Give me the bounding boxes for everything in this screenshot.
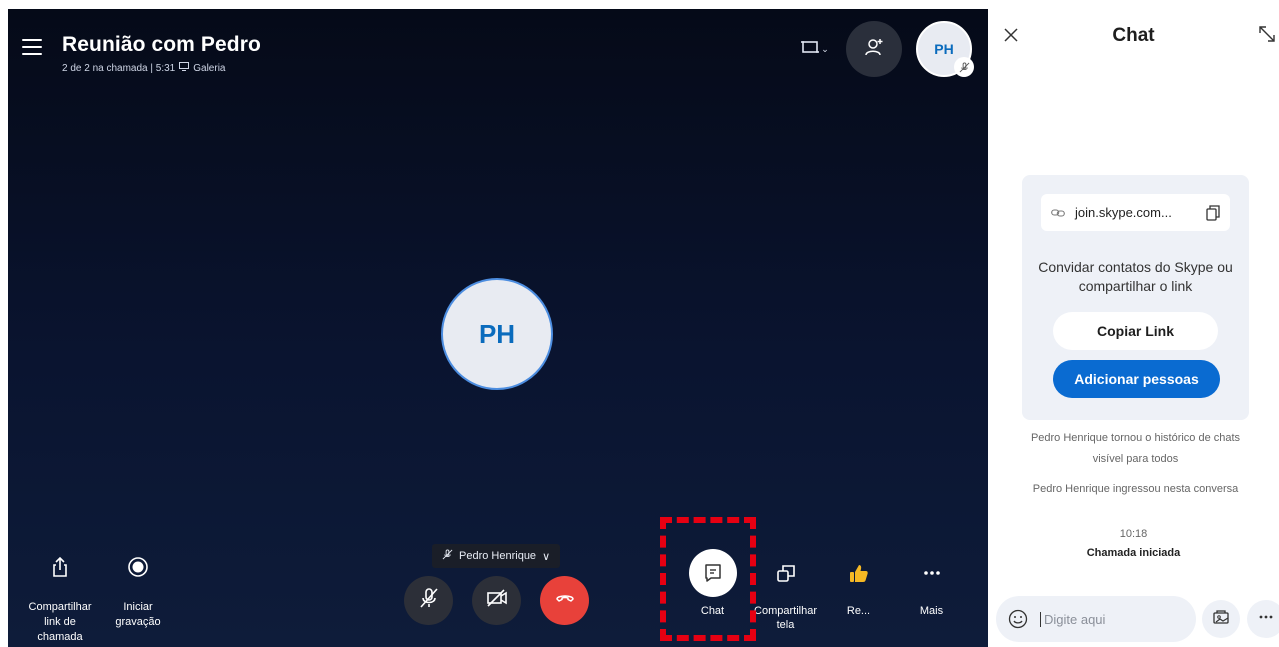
- add-people-button[interactable]: Adicionar pessoas: [1053, 360, 1220, 398]
- emoji-icon[interactable]: [1008, 609, 1028, 629]
- hangup-icon: [554, 587, 576, 614]
- share-call-link-button[interactable]: Compartilhar link de chamada: [24, 549, 96, 645]
- bottom-right-actions: Chat Compartilhar tela Re... Mais: [676, 549, 968, 632]
- video-off-icon: [486, 587, 508, 614]
- expand-icon[interactable]: [1257, 24, 1277, 44]
- copy-icon[interactable]: [1206, 204, 1220, 221]
- more-button[interactable]: Mais: [895, 549, 968, 632]
- reactions-button[interactable]: Re...: [822, 549, 895, 632]
- share-screen-button[interactable]: Compartilhar tela: [749, 549, 822, 632]
- chat-button[interactable]: Chat: [676, 549, 749, 632]
- bottom-left-actions: Compartilhar link de chamada Iniciar gra…: [24, 549, 174, 645]
- hangup-button[interactable]: [540, 576, 589, 625]
- more-options-button[interactable]: [1247, 600, 1279, 638]
- chevron-down-icon: ⌄: [821, 43, 829, 54]
- share-icon: [42, 549, 78, 585]
- call-started-message: Chamada iniciada: [1086, 547, 1181, 559]
- share-call-link-label: Compartilhar link de chamada: [28, 601, 92, 643]
- call-link-text: join.skype.com...: [1075, 205, 1172, 220]
- call-stage: Reunião com Pedro 2 de 2 na chamada | 5:…: [8, 9, 988, 647]
- mic-muted-icon: [418, 587, 440, 614]
- mic-muted-icon: [954, 57, 974, 77]
- call-top-actions: ⌄ PH: [798, 21, 974, 77]
- menu-icon[interactable]: [22, 39, 42, 55]
- media-gallery-button[interactable]: [1202, 600, 1240, 638]
- call-title: Reunião com Pedro: [62, 33, 261, 56]
- message-input[interactable]: Digite aqui: [1040, 611, 1105, 627]
- add-person-icon: [864, 37, 884, 62]
- mute-button[interactable]: [404, 576, 453, 625]
- layout-icon: [801, 39, 820, 60]
- video-button[interactable]: [472, 576, 521, 625]
- more-label: Mais: [919, 605, 944, 617]
- self-avatar[interactable]: PH: [916, 21, 974, 77]
- start-recording-label: Iniciar gravação: [115, 601, 161, 628]
- more-icon: [1257, 608, 1275, 631]
- layout-switch-button[interactable]: ⌄: [798, 32, 832, 66]
- audio-device-selector[interactable]: Pedro Henrique ∨: [432, 544, 561, 568]
- link-icon: [1051, 208, 1065, 218]
- chevron-down-icon: ∨: [542, 550, 551, 563]
- invite-text: Convidar contatos do Skype ou compartilh…: [1038, 259, 1233, 294]
- message-compose: Digite aqui: [996, 596, 1196, 642]
- chat-icon: [688, 549, 737, 597]
- start-recording-button[interactable]: Iniciar gravação: [102, 549, 174, 645]
- call-link-box: join.skype.com...: [1041, 194, 1230, 231]
- participant-avatar-initials: PH: [478, 318, 516, 349]
- reactions-label: Re...: [846, 605, 871, 617]
- chat-panel: Chat join.skype.com... Convidar contatos…: [988, 0, 1279, 647]
- speaker-name: Pedro Henrique: [459, 550, 537, 562]
- call-participants-duration: 2 de 2 na chamada | 5:31: [62, 62, 176, 74]
- add-participant-button[interactable]: [846, 21, 902, 77]
- mic-muted-icon: [442, 549, 453, 563]
- message-timestamp: 10:18: [1119, 528, 1148, 540]
- thumbs-up-icon: [835, 549, 883, 597]
- record-icon: [120, 549, 156, 585]
- chat-title: Chat: [1112, 25, 1155, 46]
- system-message-joined: Pedro Henrique ingressou nesta conversa: [1032, 483, 1239, 495]
- view-mode-icon: [179, 62, 190, 74]
- call-controls: [404, 576, 589, 625]
- call-status: 2 de 2 na chamada | 5:31 Galeria: [62, 62, 226, 74]
- chat-label: Chat: [700, 605, 725, 617]
- invite-card: join.skype.com... Convidar contatos do S…: [1022, 175, 1249, 420]
- self-avatar-initials: PH: [934, 41, 954, 57]
- participant-avatar: PH: [441, 278, 553, 390]
- skype-window: Reunião com Pedro 2 de 2 na chamada | 5:…: [0, 0, 1279, 647]
- copy-link-button[interactable]: Copiar Link: [1053, 312, 1218, 350]
- more-icon: [908, 549, 956, 597]
- view-mode-label: Galeria: [193, 62, 226, 74]
- share-screen-label: Compartilhar tela: [754, 605, 817, 631]
- gallery-icon: [1212, 608, 1230, 631]
- system-message-history: Pedro Henrique tornou o histórico de cha…: [1030, 432, 1241, 465]
- screen-share-icon: [762, 549, 810, 597]
